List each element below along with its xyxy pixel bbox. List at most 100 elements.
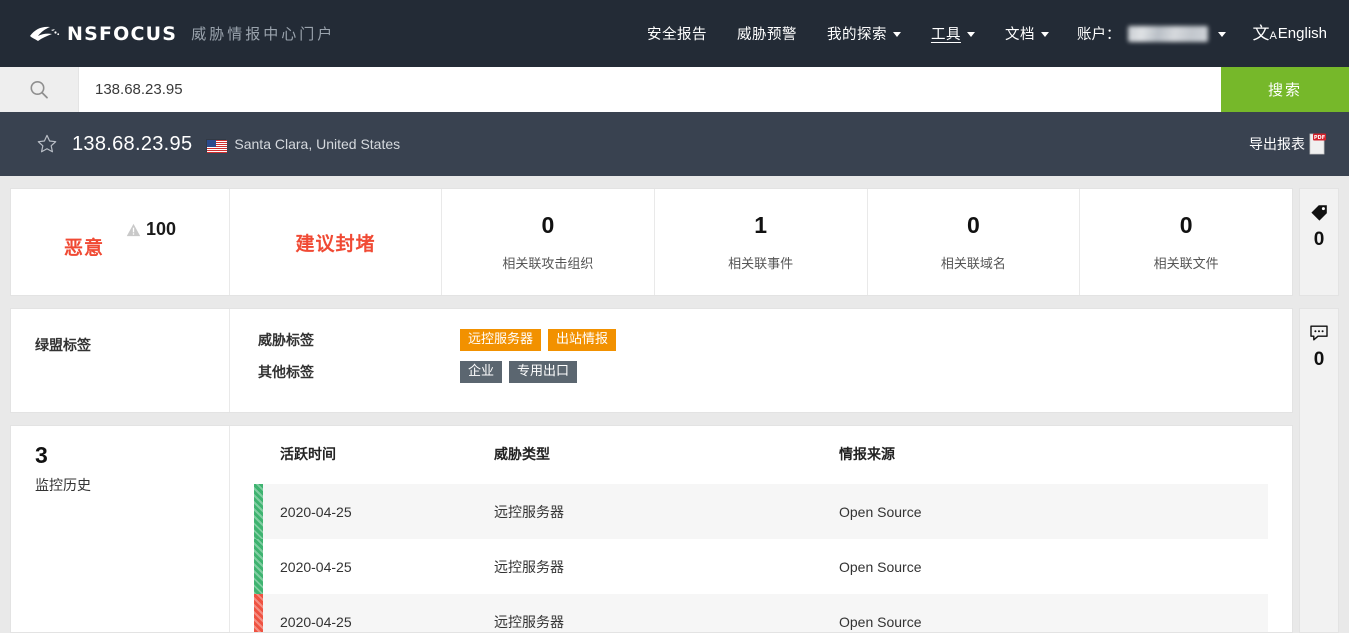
chevron-down-icon <box>893 32 901 37</box>
right-rail: 0 0 <box>1299 188 1339 633</box>
svg-text:PDF: PDF <box>1314 135 1325 141</box>
export-report-label: 导出报表 <box>1249 134 1305 154</box>
search-button[interactable]: 搜索 <box>1221 67 1349 112</box>
chevron-down-icon <box>1218 32 1226 37</box>
nav-item-tools[interactable]: 工具 <box>929 19 977 48</box>
warning-triangle-icon <box>126 223 141 237</box>
stat-label: 相关联文件 <box>1154 253 1219 272</box>
stat-label: 相关联事件 <box>728 253 793 272</box>
timeline-status-bar <box>254 484 263 633</box>
tag-count-value: 0 <box>1314 229 1325 251</box>
tag-row-label: 威胁标签 <box>230 330 460 350</box>
tags-rows: 威胁标签 远控服务器 出站情报 其他标签 企业 专用出口 <box>230 309 1292 412</box>
language-switcher[interactable]: 文A English <box>1252 25 1327 42</box>
tags-panel-title-cell: 绿盟标签 <box>11 309 230 412</box>
geo-location: Santa Clara, United States <box>234 136 400 152</box>
comment-count-value: 0 <box>1314 349 1325 371</box>
stat-value: 0 <box>541 212 554 239</box>
nav-label: 我的探索 <box>827 23 887 44</box>
brand-name: NSFOCUS <box>67 23 177 45</box>
chevron-down-icon <box>967 32 975 37</box>
stat-value: 0 <box>1180 212 1193 239</box>
history-table-holder: 活跃时间 威胁类型 情报来源 2020-04-25 远控服务器 Open Sou… <box>254 444 1268 633</box>
monitor-history-count: 3 <box>35 442 229 469</box>
monitor-history-summary: 3 监控历史 <box>11 426 230 632</box>
comment-count-card[interactable]: 0 <box>1299 308 1339 633</box>
main-content: 恶意 100 建议封堵 0 相关联攻击组织 1 相关联 <box>0 176 1349 633</box>
tag-row-threat: 威胁标签 远控服务器 出站情报 <box>230 329 1292 351</box>
content-column: 恶意 100 建议封堵 0 相关联攻击组织 1 相关联 <box>10 188 1293 633</box>
star-outline-icon[interactable] <box>36 133 58 155</box>
threat-score-value: 100 <box>146 219 176 240</box>
monitor-history-title: 监控历史 <box>35 475 229 495</box>
summary-stats-panel: 恶意 100 建议封堵 0 相关联攻击组织 1 相关联 <box>10 188 1293 296</box>
tag-list-other: 企业 专用出口 <box>460 361 577 383</box>
comment-icon <box>1309 323 1329 343</box>
table-row[interactable]: 2020-04-25 远控服务器 Open Source <box>254 484 1268 539</box>
top-navbar: NSFOCUS 威胁情报中心门户 安全报告 威胁预警 我的探索 工具 文档 账户… <box>0 0 1349 67</box>
column-header-threat-type: 威胁类型 <box>494 444 839 484</box>
pdf-icon: PDF <box>1307 133 1327 155</box>
ip-title-strip: 138.68.23.95 Santa Clara, United States … <box>0 112 1349 176</box>
cell-threat-type: 远控服务器 <box>494 484 839 539</box>
nav-label: 威胁预警 <box>737 23 797 44</box>
nav-item-docs[interactable]: 文档 <box>1003 19 1051 48</box>
search-bar: 搜索 <box>0 67 1349 112</box>
timeline-status-segment <box>254 539 263 594</box>
table-row[interactable]: 2020-04-25 远控服务器 Open Source <box>254 594 1268 633</box>
cell-active-time: 2020-04-25 <box>254 594 494 633</box>
brand-subtitle: 威胁情报中心门户 <box>191 23 335 44</box>
stat-related-domains[interactable]: 0 相关联域名 <box>868 189 1081 295</box>
export-report-button[interactable]: 导出报表 PDF <box>1249 133 1327 155</box>
tag-chip[interactable]: 专用出口 <box>509 361 577 383</box>
history-table: 活跃时间 威胁类型 情报来源 2020-04-25 远控服务器 Open Sou… <box>254 444 1268 633</box>
tag-chip[interactable]: 远控服务器 <box>460 329 541 351</box>
cell-active-time: 2020-04-25 <box>254 539 494 594</box>
threat-score: 100 <box>126 219 176 240</box>
tag-list-threat: 远控服务器 出站情报 <box>460 329 616 351</box>
nsfocus-eagle-icon <box>28 24 62 44</box>
tag-icon <box>1309 203 1329 223</box>
tag-chip[interactable]: 出站情报 <box>548 329 616 351</box>
language-glyph-icon: 文A <box>1252 25 1276 42</box>
stat-value: 0 <box>967 212 980 239</box>
nav-label: 文档 <box>1005 23 1035 44</box>
account-menu[interactable]: 账户： <box>1077 23 1227 44</box>
stat-label: 相关联攻击组织 <box>502 253 593 272</box>
cell-threat-type: 远控服务器 <box>494 594 839 633</box>
cell-source: Open Source <box>839 539 1268 594</box>
monitor-history-panel: 3 监控历史 活跃时间 威胁类型 情报来源 <box>10 425 1293 633</box>
stat-label: 相关联域名 <box>941 253 1006 272</box>
stat-related-attack-groups[interactable]: 0 相关联攻击组织 <box>442 189 655 295</box>
search-input[interactable] <box>79 67 1221 112</box>
table-row[interactable]: 2020-04-25 远控服务器 Open Source <box>254 539 1268 594</box>
verdict-cell: 恶意 100 <box>11 189 230 295</box>
search-icon[interactable] <box>0 67 79 112</box>
history-table-body: 2020-04-25 远控服务器 Open Source 2020-04-25 … <box>254 484 1268 633</box>
table-header-row: 活跃时间 威胁类型 情报来源 <box>254 444 1268 484</box>
nav-label: 安全报告 <box>647 23 707 44</box>
cell-threat-type: 远控服务器 <box>494 539 839 594</box>
nav-item-threat-alert[interactable]: 威胁预警 <box>735 19 799 48</box>
tag-row-other: 其他标签 企业 专用出口 <box>230 361 1292 383</box>
us-flag-icon <box>206 139 226 152</box>
language-label: English <box>1278 25 1327 42</box>
page-title: 138.68.23.95 <box>72 133 192 156</box>
account-name-redacted <box>1128 26 1208 42</box>
magnifier-glyph <box>28 79 50 101</box>
stat-related-events[interactable]: 1 相关联事件 <box>655 189 868 295</box>
stat-related-files[interactable]: 0 相关联文件 <box>1080 189 1292 295</box>
cell-active-time: 2020-04-25 <box>254 484 494 539</box>
brand-logo[interactable]: NSFOCUS <box>28 23 177 45</box>
tag-chip[interactable]: 企业 <box>460 361 502 383</box>
column-header-active-time: 活跃时间 <box>254 444 494 484</box>
timeline-status-segment <box>254 484 263 539</box>
nav-item-my-exploration[interactable]: 我的探索 <box>825 19 903 48</box>
block-advice-label: 建议封堵 <box>295 229 375 256</box>
cell-source: Open Source <box>839 594 1268 633</box>
account-label: 账户： <box>1077 23 1121 44</box>
verdict-label: 恶意 <box>64 233 104 260</box>
tag-count-card[interactable]: 0 <box>1299 188 1339 296</box>
brand[interactable]: NSFOCUS 威胁情报中心门户 <box>28 23 335 45</box>
nav-item-security-report[interactable]: 安全报告 <box>645 19 709 48</box>
